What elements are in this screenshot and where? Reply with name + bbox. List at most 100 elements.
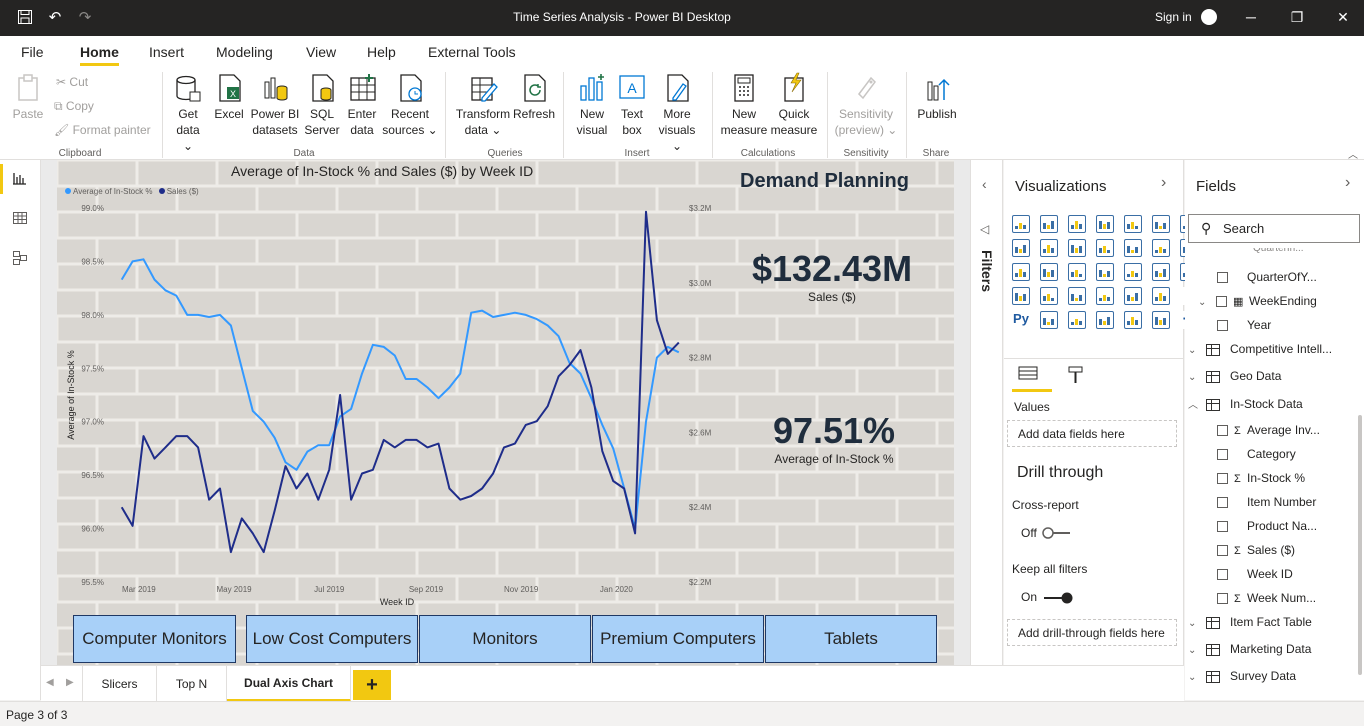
visual-filled-map-icon[interactable] bbox=[1152, 263, 1170, 281]
visual-area-icon[interactable] bbox=[1012, 239, 1030, 257]
checkbox[interactable] bbox=[1217, 272, 1228, 284]
tab-scroll-left-icon[interactable]: ◀ bbox=[46, 677, 54, 688]
collapse-ribbon-icon[interactable]: ︿ bbox=[1348, 146, 1358, 161]
enter-data-button[interactable]: Enter data bbox=[344, 72, 380, 138]
data-view-icon[interactable] bbox=[10, 210, 30, 230]
field-item[interactable]: ⌄ Item Fact Table bbox=[1188, 615, 1312, 629]
visual-slicer-icon[interactable] bbox=[1096, 287, 1114, 305]
visual-treemap-icon[interactable] bbox=[1096, 263, 1114, 281]
publish-button[interactable]: Publish bbox=[914, 72, 960, 122]
chevron-up-icon[interactable]: ︿ bbox=[1188, 396, 1200, 411]
visual-matrix-icon[interactable] bbox=[1152, 287, 1170, 305]
more-visuals-button[interactable]: More visuals ⌄ bbox=[652, 72, 702, 154]
visual-qa-icon[interactable] bbox=[1096, 311, 1114, 329]
field-item[interactable]: ⌄ Survey Data bbox=[1188, 669, 1296, 683]
instock-series-line[interactable] bbox=[120, 258, 680, 530]
drill-through-field-well[interactable]: Add drill-through fields here bbox=[1007, 619, 1177, 646]
minimize-icon[interactable]: ─ bbox=[1240, 7, 1262, 27]
visual-multi-row-card-icon[interactable] bbox=[1040, 287, 1058, 305]
fields-tab-icon[interactable] bbox=[1017, 365, 1039, 385]
checkbox[interactable] bbox=[1217, 473, 1228, 485]
text-box-button[interactable]: A Text box bbox=[614, 72, 650, 138]
visual-decomp-tree-icon[interactable] bbox=[1068, 311, 1086, 329]
scrollbar-thumb[interactable] bbox=[1358, 415, 1362, 675]
checkbox[interactable] bbox=[1217, 545, 1228, 557]
field-item[interactable]: Σ Sales ($) bbox=[1217, 543, 1295, 557]
chevron-down-icon[interactable]: ⌄ bbox=[1198, 297, 1210, 308]
visual-line-clustered-icon[interactable] bbox=[1096, 239, 1114, 257]
field-item[interactable]: ︿ In-Stock Data bbox=[1188, 396, 1303, 411]
visual-Py-icon[interactable]: Py bbox=[1012, 311, 1030, 329]
checkbox[interactable] bbox=[1217, 449, 1228, 461]
new-measure-button[interactable]: New measure bbox=[720, 72, 768, 138]
checkbox[interactable] bbox=[1217, 593, 1228, 605]
menu-modeling[interactable]: Modeling bbox=[216, 44, 273, 60]
visual-smart-narrative-icon[interactable] bbox=[1124, 311, 1142, 329]
new-visual-button[interactable]: New visual bbox=[574, 72, 610, 138]
paste-button[interactable]: Paste bbox=[10, 72, 46, 122]
visual-stacked-column-icon[interactable] bbox=[1040, 215, 1058, 233]
visual-card-icon[interactable] bbox=[1012, 287, 1030, 305]
keep-filters-toggle[interactable] bbox=[1042, 591, 1074, 605]
visual-line-column-icon[interactable] bbox=[1068, 239, 1086, 257]
field-item[interactable]: ⌄ Geo Data bbox=[1188, 369, 1281, 383]
field-item[interactable]: QuarterOfY... bbox=[1217, 270, 1317, 284]
chevron-down-icon[interactable]: ⌄ bbox=[1188, 618, 1200, 629]
restore-icon[interactable]: ❐ bbox=[1286, 7, 1308, 27]
visual-100-bar-icon[interactable] bbox=[1124, 215, 1142, 233]
tab-top-n[interactable]: Top N bbox=[157, 666, 227, 702]
visual-pie-icon[interactable] bbox=[1040, 263, 1058, 281]
format-painter-button[interactable]: 🖌 Format painter bbox=[54, 123, 151, 137]
quick-measure-button[interactable]: Quick measure bbox=[770, 72, 818, 138]
chevron-left-icon[interactable]: ‹ bbox=[982, 176, 987, 192]
field-item[interactable]: Item Number bbox=[1217, 495, 1316, 509]
checkbox[interactable] bbox=[1217, 569, 1228, 581]
visual-key-influencers-icon[interactable] bbox=[1040, 311, 1058, 329]
field-item[interactable]: Week ID bbox=[1217, 567, 1293, 581]
sql-server-button[interactable]: SQL Server bbox=[304, 72, 340, 138]
tab-scroll-right-icon[interactable]: ▶ bbox=[66, 677, 74, 688]
model-view-icon[interactable] bbox=[10, 250, 30, 270]
chevron-right-icon[interactable]: › bbox=[1161, 174, 1166, 192]
slicer-tablets[interactable]: Tablets bbox=[765, 615, 937, 663]
visual-map-icon[interactable] bbox=[1124, 263, 1142, 281]
slicer-premium-computers[interactable]: Premium Computers bbox=[592, 615, 764, 663]
close-icon[interactable]: ✕ bbox=[1332, 7, 1354, 27]
menu-external-tools[interactable]: External Tools bbox=[428, 44, 516, 60]
checkbox[interactable] bbox=[1216, 296, 1227, 308]
sales-card[interactable]: $132.43M Sales ($) bbox=[717, 248, 947, 304]
visual-clustered-bar-icon[interactable] bbox=[1068, 215, 1086, 233]
recent-sources-button[interactable]: Recent sources ⌄ bbox=[382, 72, 438, 138]
visual-waterfall-icon[interactable] bbox=[1152, 239, 1170, 257]
chevron-right-icon[interactable]: › bbox=[1345, 174, 1350, 192]
menu-insert[interactable]: Insert bbox=[149, 44, 184, 60]
add-page-button[interactable]: + bbox=[353, 670, 391, 700]
field-item[interactable]: Product Na... bbox=[1217, 519, 1317, 533]
field-item[interactable]: ⌄ Competitive Intell... bbox=[1188, 342, 1332, 356]
sensitivity-button[interactable]: Sensitivity (preview) ⌄ bbox=[834, 72, 898, 138]
visual-stacked-bar-icon[interactable] bbox=[1012, 215, 1030, 233]
cut-button[interactable]: ✂ Cut bbox=[56, 75, 88, 89]
visual-stacked-area-icon[interactable] bbox=[1040, 239, 1058, 257]
field-item[interactable]: Category bbox=[1217, 447, 1296, 461]
checkbox[interactable] bbox=[1217, 320, 1228, 332]
tab-dual-axis-chart[interactable]: Dual Axis Chart bbox=[227, 666, 351, 702]
excel-button[interactable]: X Excel bbox=[212, 72, 246, 122]
field-item[interactable]: Σ Average Inv... bbox=[1217, 423, 1320, 437]
instock-card[interactable]: 97.51% Average of In-Stock % bbox=[734, 410, 934, 466]
slicer-low-cost-computers[interactable]: Low Cost Computers bbox=[246, 615, 418, 663]
menu-home[interactable]: Home bbox=[80, 44, 119, 66]
checkbox[interactable] bbox=[1217, 497, 1228, 509]
slicer-computer-monitors[interactable]: Computer Monitors bbox=[73, 615, 236, 663]
visual-100-column-icon[interactable] bbox=[1152, 215, 1170, 233]
get-data-button[interactable]: Get data ⌄ bbox=[170, 72, 206, 154]
visual-table-icon[interactable] bbox=[1124, 287, 1142, 305]
slicer-monitors[interactable]: Monitors bbox=[419, 615, 591, 663]
field-item[interactable]: Year bbox=[1217, 318, 1271, 332]
tab-slicers[interactable]: Slicers bbox=[82, 666, 157, 702]
filters-pane[interactable]: ‹ ◁ Filters bbox=[970, 160, 1003, 665]
transform-data-button[interactable]: Transform data ⌄ bbox=[455, 72, 511, 138]
values-field-well[interactable]: Add data fields here bbox=[1007, 420, 1177, 447]
visual-paginated-icon[interactable] bbox=[1152, 311, 1170, 329]
menu-help[interactable]: Help bbox=[367, 44, 396, 60]
